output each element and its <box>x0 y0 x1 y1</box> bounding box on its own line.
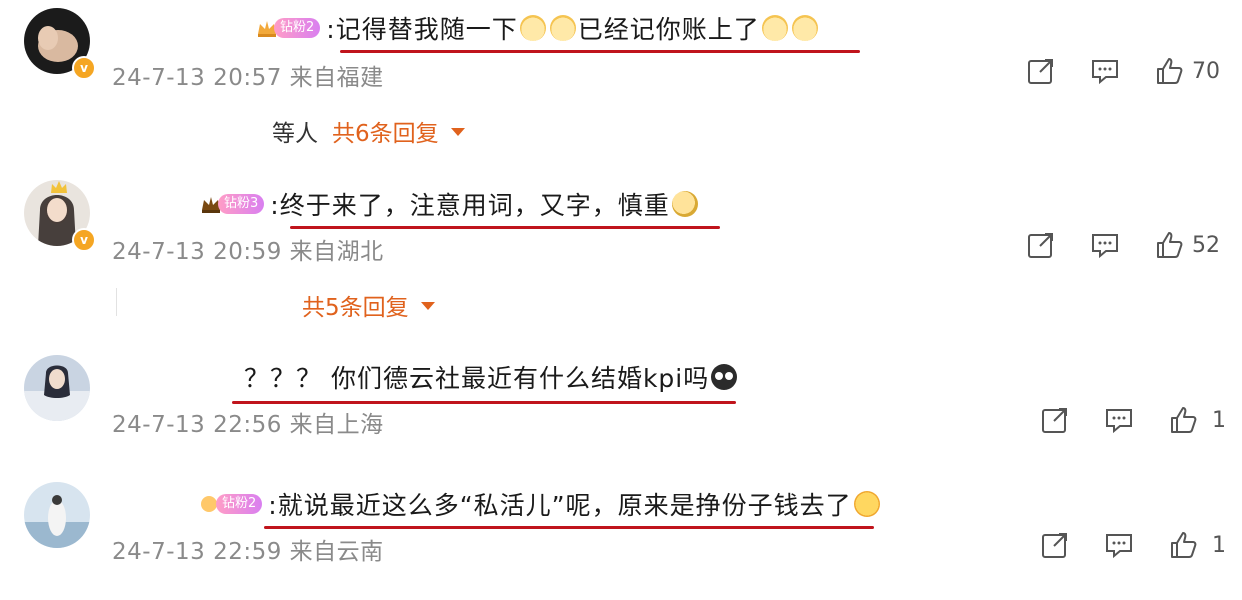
reply-count-link[interactable]: 共5条回复 <box>302 288 409 322</box>
highlight-underline <box>340 50 860 53</box>
reply-count-link[interactable]: 共6条回复 <box>332 114 439 148</box>
like-button[interactable]: 1 <box>1168 405 1226 435</box>
reply-summary[interactable]: 等人 共6条回复 <box>272 114 465 148</box>
location: 来自湖北 <box>289 239 384 265</box>
like-button[interactable]: 52 <box>1154 230 1220 260</box>
comment-item-3: ？？？ 你们德云社最近有什么结婚kpi吗 24-7-13 22:56 来自上海 … <box>0 345 1242 465</box>
tilted-face-emoji-icon <box>671 191 698 217</box>
comment-icon[interactable] <box>1090 230 1120 260</box>
fan-level-badge: 钻粉3 <box>200 191 265 217</box>
share-icon[interactable] <box>1026 230 1056 260</box>
timestamp: 24-7-13 20:59 <box>112 239 282 265</box>
like-button[interactable]: 1 <box>1168 530 1226 560</box>
shocked-face-emoji-icon <box>711 364 738 390</box>
comment-meta: 24-7-13 20:59 来自湖北 <box>112 232 384 266</box>
comment-icon[interactable] <box>1104 530 1134 560</box>
reply-summary[interactable]: 共5条回复 <box>302 288 435 322</box>
fan-level-badge: 钻粉2 <box>198 491 263 517</box>
like-button[interactable]: 70 <box>1154 56 1220 86</box>
crown-icon <box>51 181 67 193</box>
like-count: 1 <box>1212 532 1226 558</box>
highlight-underline <box>264 526 874 529</box>
thumbs-up-icon <box>1171 407 1197 433</box>
like-count: 1 <box>1212 407 1226 433</box>
share-icon[interactable] <box>1040 405 1070 435</box>
comment-actions: 1 <box>1040 405 1226 435</box>
avatar[interactable] <box>24 482 90 548</box>
cat-emoji-icon <box>549 15 576 41</box>
comment-text-continued: 已经记你账上了 <box>577 15 760 44</box>
comment-meta: 24-7-13 20:57 来自福建 <box>112 58 384 92</box>
location: 来自福建 <box>289 65 384 91</box>
comment-meta: 24-7-13 22:59 来自云南 <box>112 532 384 566</box>
verified-badge-icon: v <box>72 56 96 80</box>
cat-emoji-icon <box>519 15 546 41</box>
comment-meta: 24-7-13 22:56 来自上海 <box>112 405 384 439</box>
comment-item-2: v 钻粉3 :终于来了，注意用词，又字，慎重 24-7-13 20:59 来自湖… <box>0 170 1242 330</box>
reply-users: 等人 <box>272 121 318 147</box>
highlight-underline <box>290 226 720 229</box>
like-count: 52 <box>1192 232 1220 258</box>
smirk-face-emoji-icon <box>853 491 880 517</box>
verified-badge-icon: v <box>72 228 96 252</box>
cat-emoji-icon <box>791 15 818 41</box>
highlight-underline <box>232 401 736 404</box>
share-icon[interactable] <box>1040 530 1070 560</box>
cat-emoji-icon <box>761 15 788 41</box>
fan-level-badge: 钻粉2 <box>256 15 321 41</box>
thumbs-up-icon <box>1157 232 1183 258</box>
location: 来自上海 <box>289 412 384 438</box>
comment-item-1: v 钻粉2 :记得替我随一下 已经记你账上了 24-7-13 20:57 来自福… <box>0 0 1242 160</box>
thumbs-up-icon <box>1157 58 1183 84</box>
comment-icon[interactable] <box>1090 56 1120 86</box>
timestamp: 24-7-13 22:56 <box>112 412 282 438</box>
comment-text: :终于来了，注意用词，又字，慎重 <box>270 191 670 220</box>
avatar[interactable] <box>24 355 90 421</box>
share-icon[interactable] <box>1026 56 1056 86</box>
comment-icon[interactable] <box>1104 405 1134 435</box>
like-count: 70 <box>1192 58 1220 84</box>
location: 来自云南 <box>289 539 384 565</box>
comment-actions: 1 <box>1040 530 1226 560</box>
thumbs-up-icon <box>1171 532 1197 558</box>
divider <box>116 288 117 316</box>
comment-actions: 52 <box>1026 230 1220 260</box>
comment-text: :记得替我随一下 <box>326 15 518 44</box>
timestamp: 24-7-13 20:57 <box>112 65 282 91</box>
comment-text: ？？？ 你们德云社最近有什么结婚kpi吗 <box>244 364 710 393</box>
comment-actions: 70 <box>1026 56 1220 86</box>
chevron-down-icon <box>420 302 435 310</box>
comment-text: :就说最近这么多“私活儿”呢，原来是挣份子钱去了 <box>268 491 852 520</box>
timestamp: 24-7-13 22:59 <box>112 539 282 565</box>
chevron-down-icon <box>450 128 465 136</box>
comment-item-4: 钻粉2 :就说最近这么多“私活儿”呢，原来是挣份子钱去了 24-7-13 22:… <box>0 470 1242 600</box>
